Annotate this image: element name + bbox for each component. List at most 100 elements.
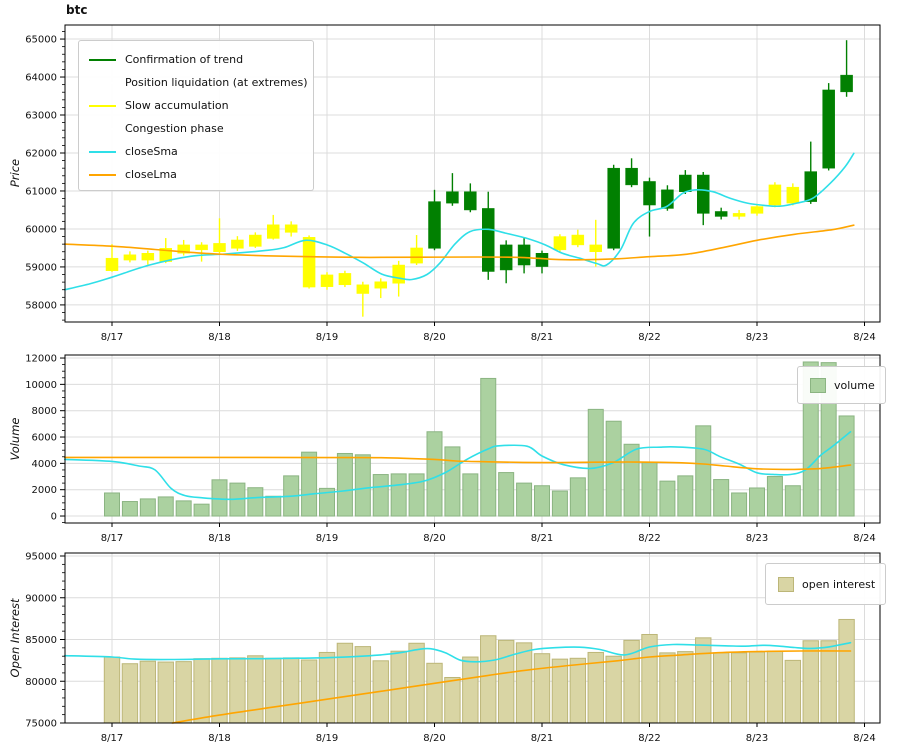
oi-bar (193, 658, 210, 724)
date-label: 8/22 (638, 332, 660, 343)
y-tick-label: 10000 (25, 380, 57, 391)
candle-body (714, 211, 728, 217)
oi-bar (480, 635, 497, 724)
volume-bar (354, 454, 371, 517)
volume-bar (408, 473, 425, 517)
candle-body (679, 174, 692, 192)
oi-bar (605, 655, 622, 724)
price-axis-label: Price (8, 158, 22, 188)
legend-item-confirmation: Confirmation of trend (79, 48, 313, 71)
candle-body (392, 264, 405, 284)
oi-bar (712, 652, 730, 724)
oi-bar (282, 657, 300, 724)
liquidation-line-swatch (89, 81, 116, 84)
y-tick-label: 65000 (25, 35, 57, 46)
oi-bar (784, 659, 802, 724)
y-tick-label: 0 (51, 512, 57, 523)
y-tick-label: 62000 (25, 148, 57, 159)
volume-bar (104, 492, 120, 517)
candle-body (320, 274, 334, 287)
oi-bar (838, 618, 855, 724)
candle-body (750, 206, 764, 214)
y-tick-label: 8000 (32, 406, 57, 417)
oi-bar (659, 652, 676, 724)
volume-bar (336, 452, 353, 517)
y-tick-label: 64000 (25, 73, 57, 84)
oi-bar (300, 659, 318, 724)
trend-line-swatch (89, 58, 116, 61)
oi-bar (497, 639, 515, 724)
volume-bar (462, 473, 479, 517)
legend-item-closesma: closeSma (79, 140, 313, 163)
candle-body (428, 201, 441, 249)
oi-panel: 75000 80000 85000 90000 95000 8/17 8/18 8/19 8/2… (25, 552, 881, 744)
y-tick-label: 59000 (25, 262, 57, 273)
volume-bar (372, 474, 389, 517)
volume-bar (551, 490, 568, 517)
oi-bar (444, 676, 461, 724)
date-label: 8/23 (746, 733, 768, 744)
y-tick-label: 61000 (25, 186, 57, 197)
candle-body (123, 254, 137, 261)
date-label: 8/19 (316, 733, 338, 744)
volume-bar (444, 446, 461, 517)
oi-bar (103, 656, 121, 724)
volume-bar (534, 485, 550, 517)
oi-bar (157, 661, 174, 724)
candle-body (535, 253, 549, 267)
oi-bars (103, 618, 855, 724)
candle-body (571, 234, 585, 246)
date-label: 8/21 (531, 332, 553, 343)
oi-bar (336, 642, 354, 724)
oi-bar (318, 651, 336, 724)
oi-bar (677, 651, 694, 724)
candle-body (195, 244, 208, 251)
volume-bar (605, 420, 622, 517)
oi-bar (354, 646, 372, 724)
legend-item-accumulation: Slow accumulation (79, 94, 313, 117)
oi-bar (766, 650, 784, 724)
volume-bar (390, 473, 407, 517)
legend-item-congestion: Congestion phase (79, 117, 313, 140)
oi-bar (265, 657, 282, 724)
volume-bar (677, 475, 694, 517)
date-label: 8/17 (101, 332, 123, 343)
date-label: 8/23 (746, 533, 768, 544)
date-label: 8/23 (746, 332, 768, 343)
oi-bar (139, 660, 157, 724)
oi-bar (802, 640, 819, 724)
legend-item-closelma: closeLma (79, 163, 313, 186)
volume-bar (426, 431, 443, 517)
volume-panel-series (63, 361, 855, 517)
oi-bar (730, 652, 748, 724)
y-tick-label: 2000 (32, 485, 57, 496)
candle-body (446, 191, 459, 204)
oi-bar (121, 663, 139, 724)
candle-body (553, 236, 567, 251)
legend-label: closeSma (125, 145, 178, 158)
legend-item-liquidation: Position liquidation (at extremes) (79, 71, 313, 94)
volume-panel: 0 2000 4000 6000 8000 10000 12000 8/17 8/18 8/19 8… (25, 354, 881, 544)
chart-title: btc (66, 3, 88, 17)
oi-panel-series (63, 618, 855, 724)
y-tick-label: 75000 (25, 719, 57, 730)
date-label: 8/18 (208, 733, 230, 744)
legend-label: closeLma (125, 168, 177, 181)
oi-bar (695, 637, 712, 724)
candle-body (482, 208, 495, 272)
volume-swatch (810, 377, 826, 393)
candle-body (625, 167, 638, 186)
date-label: 8/19 (316, 332, 338, 343)
legend-label: Congestion phase (125, 122, 224, 135)
y-tick-label: 63000 (25, 111, 57, 122)
candle-body (768, 184, 782, 206)
y-tick-label: 80000 (25, 677, 57, 688)
date-label: 8/20 (423, 332, 445, 343)
accumulation-line-swatch (89, 104, 116, 107)
volume-bar (498, 472, 515, 517)
volume-bar (569, 477, 586, 517)
candle-body (410, 247, 423, 264)
candle-body (517, 244, 531, 266)
candle-body (589, 244, 602, 252)
volume-bar (713, 479, 730, 517)
